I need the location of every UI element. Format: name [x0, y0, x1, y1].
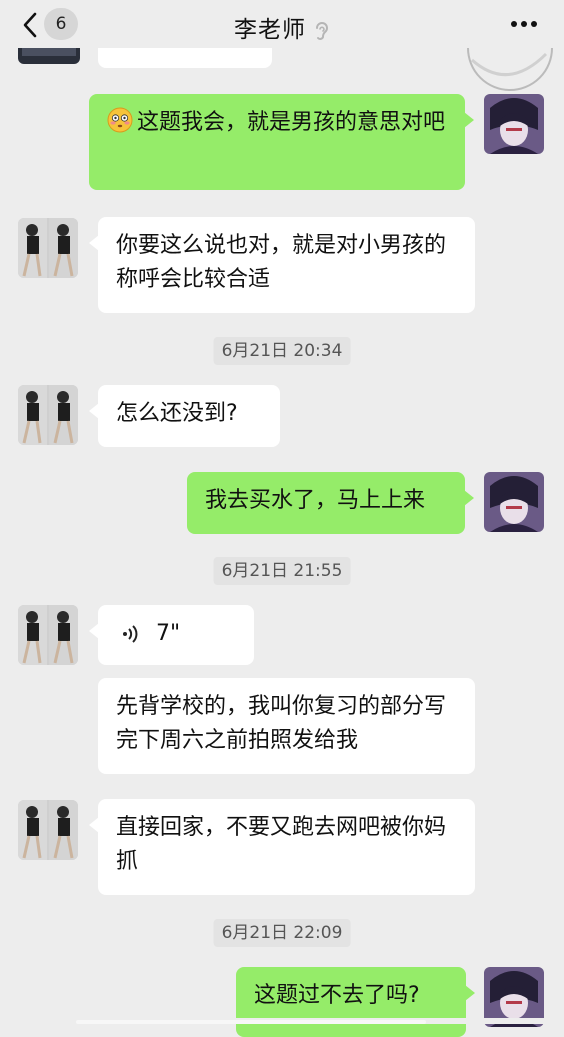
- ear-mute-icon: [316, 21, 328, 40]
- message-text: 我去买水了，马上上来: [205, 488, 426, 513]
- teacher-avatar[interactable]: [18, 385, 78, 445]
- voice-wave-icon: [123, 625, 138, 643]
- message-text: 这题过不去了吗?: [254, 983, 420, 1008]
- flushed-face-emoji: [107, 107, 133, 133]
- message-bubble-incoming[interactable]: 怎么还没到?: [89, 385, 280, 447]
- message-text: 这题我会，就是男孩的意思对吧: [137, 110, 446, 135]
- teacher-avatar[interactable]: [18, 605, 78, 665]
- timestamp: 6月21日 21:55: [213, 557, 351, 585]
- chat-title: 李老师: [0, 10, 564, 44]
- message-bubble-outgoing[interactable]: 这题过不去了吗?: [236, 967, 475, 1037]
- more-options-icon[interactable]: [506, 16, 542, 32]
- chat-header: 6 李老师: [0, 0, 564, 48]
- message-text: 先背学校的，我叫你复习的部分写完下周六之前拍照发给我: [116, 694, 447, 753]
- self-avatar[interactable]: [484, 94, 544, 154]
- message-bubble-incoming[interactable]: 先背学校的，我叫你复习的部分写完下周六之前拍照发给我: [98, 678, 475, 774]
- teacher-avatar[interactable]: [18, 800, 78, 860]
- message-bubble-outgoing[interactable]: 我去买水了，马上上来: [187, 472, 474, 534]
- message-bubble-outgoing[interactable]: 这题我会，就是男孩的意思对吧: [89, 94, 474, 190]
- self-avatar[interactable]: [484, 472, 544, 532]
- voice-message-bubble[interactable]: 7": [89, 605, 254, 665]
- message-bubble-incoming[interactable]: 直接回家，不要又跑去网吧被你妈抓: [89, 799, 475, 895]
- message-text: 直接回家，不要又跑去网吧被你妈抓: [116, 815, 447, 874]
- voice-duration: 7": [156, 621, 181, 646]
- message-text: 你要这么说也对，就是对小男孩的称呼会比较合适: [116, 233, 447, 292]
- message-bubble-incoming[interactable]: 你要这么说也对，就是对小男孩的称呼会比较合适: [89, 217, 475, 313]
- teacher-avatar[interactable]: [18, 218, 78, 278]
- input-field-edge[interactable]: [76, 1020, 426, 1024]
- timestamp: 6月21日 22:09: [213, 919, 351, 947]
- timestamp: 6月21日 20:34: [213, 337, 351, 365]
- message-text: 怎么还没到?: [116, 401, 238, 426]
- input-bar-edge: [0, 1018, 564, 1024]
- contact-name: 李老师: [234, 17, 306, 43]
